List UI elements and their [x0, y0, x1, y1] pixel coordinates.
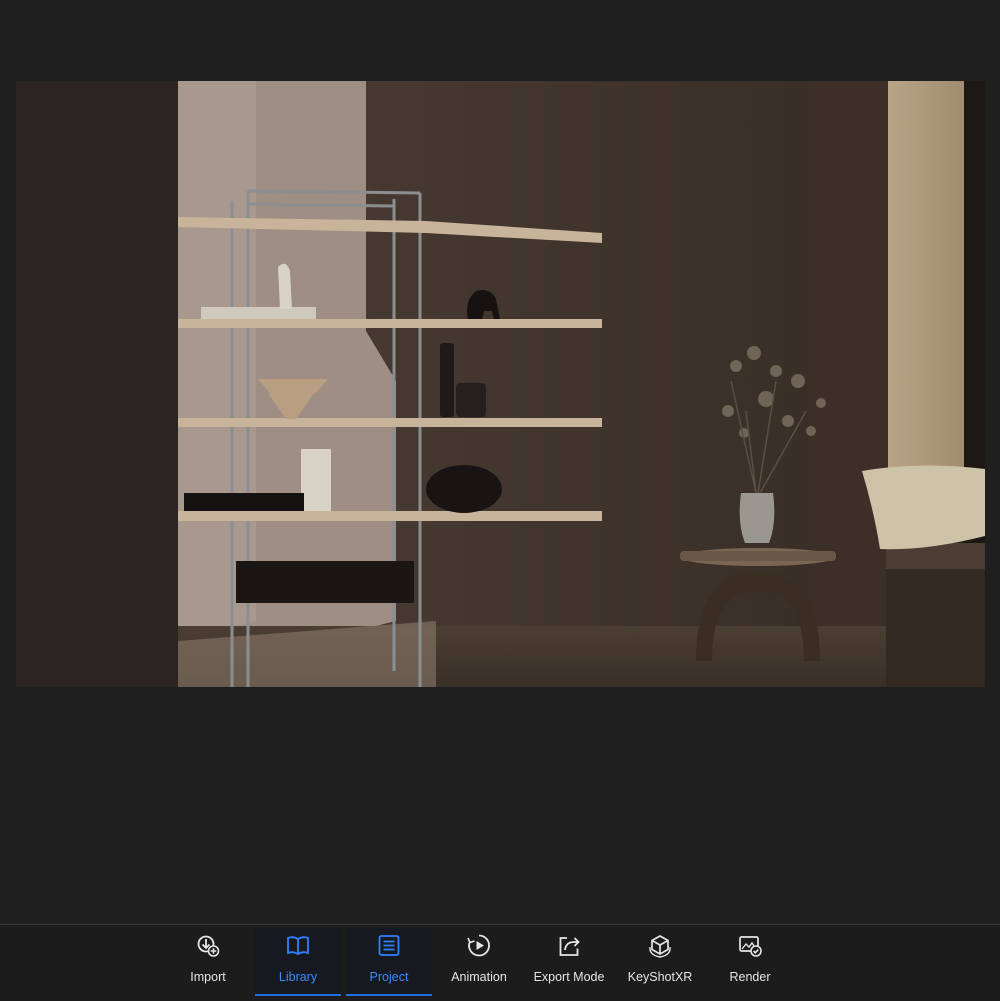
- render-label: Render: [729, 970, 771, 984]
- library-tab[interactable]: Library: [255, 928, 341, 996]
- export-mode-button[interactable]: Export Mode: [526, 928, 612, 994]
- render-viewport[interactable]: [16, 81, 985, 687]
- import-icon: [197, 935, 220, 957]
- animation-play-icon: [467, 934, 490, 957]
- render-icon: [739, 936, 762, 957]
- project-list-icon: [378, 935, 400, 956]
- project-tab[interactable]: Project: [346, 928, 432, 996]
- library-book-icon: [287, 936, 309, 956]
- animation-button[interactable]: Animation: [436, 928, 522, 994]
- keyshotxr-cube-icon: [649, 935, 671, 958]
- bottom-toolbar: Import Library Project Animation Export …: [0, 924, 1000, 1001]
- import-button[interactable]: Import: [165, 928, 251, 994]
- render-button[interactable]: Render: [707, 928, 793, 994]
- scene-render: [16, 81, 985, 687]
- keyshotxr-button[interactable]: KeyShotXR: [617, 928, 703, 994]
- export-share-icon: [559, 937, 580, 956]
